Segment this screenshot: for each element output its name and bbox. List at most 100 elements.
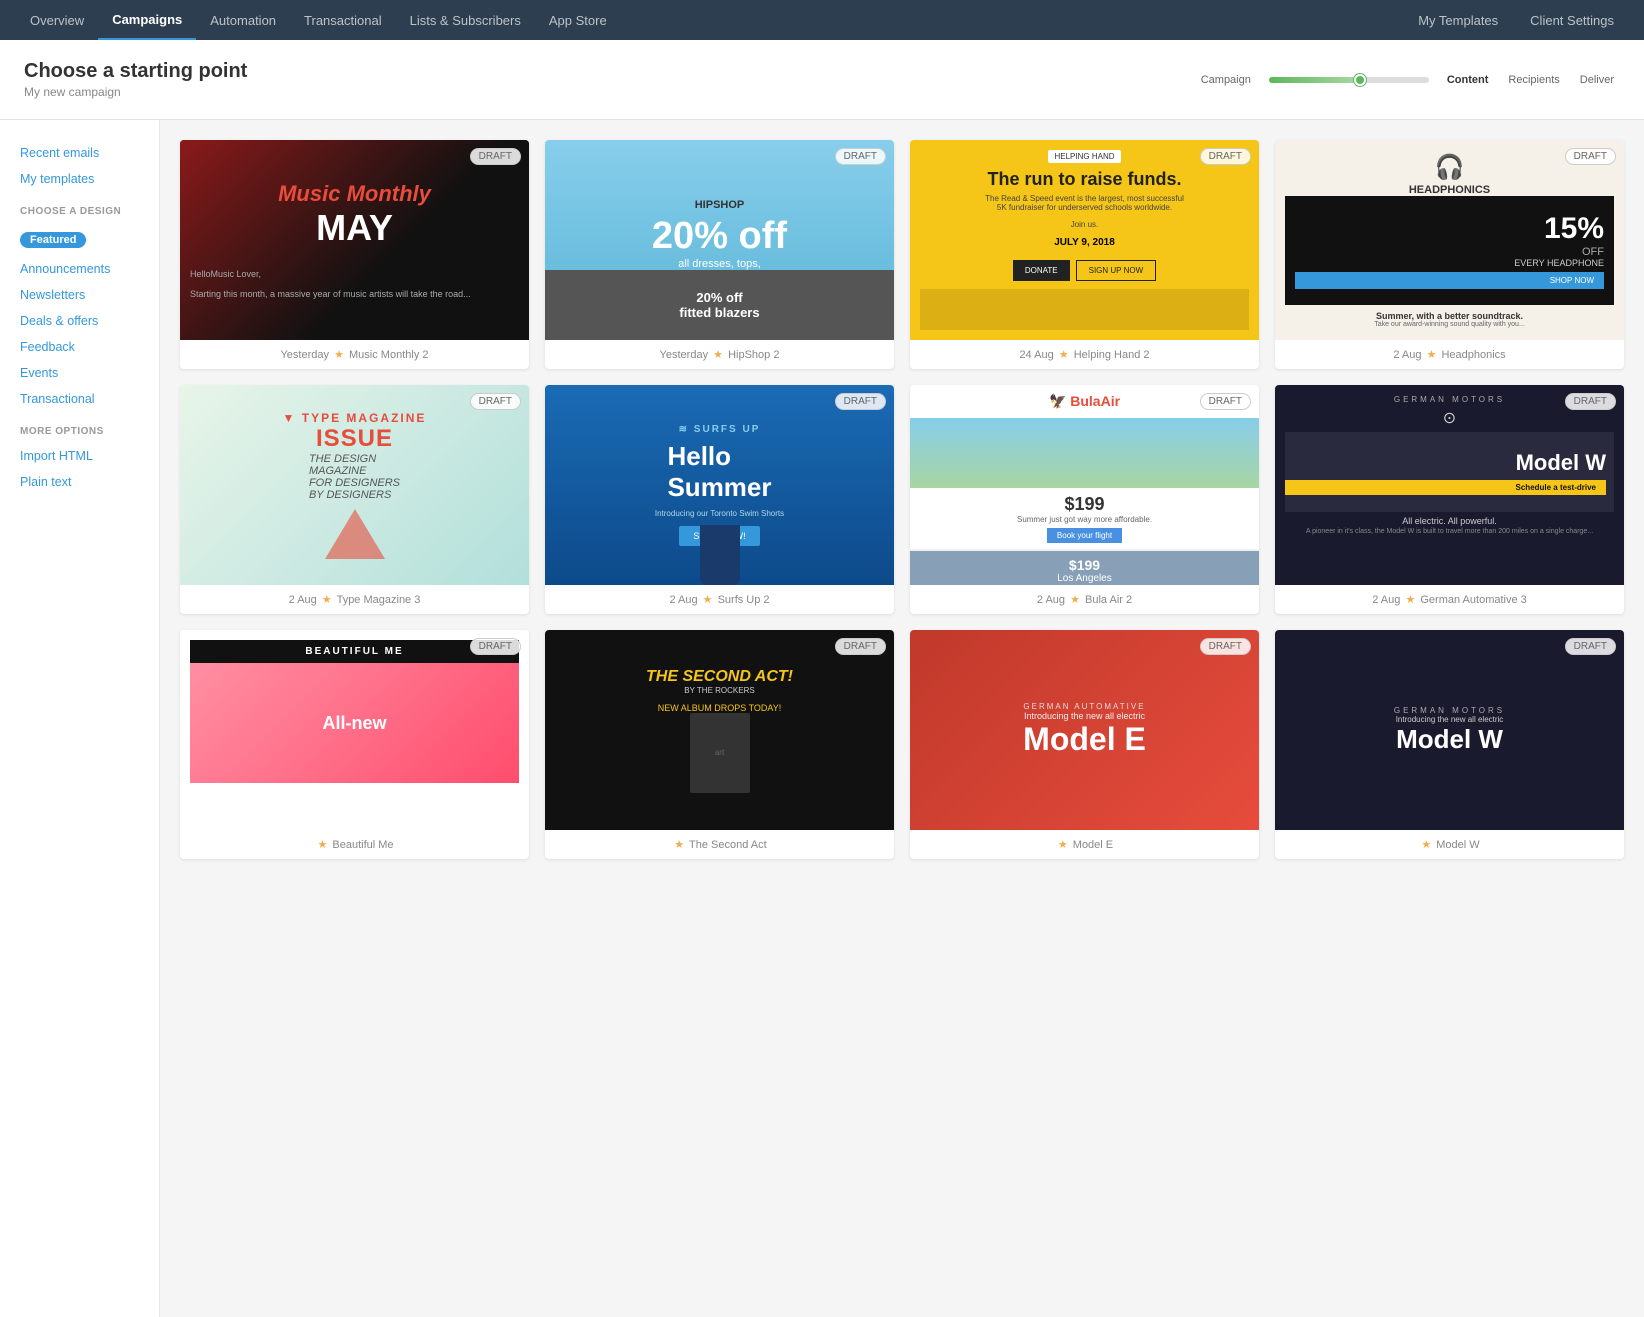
star-icon: ★ [1059,349,1069,361]
template-name: Helping Hand 2 [1074,349,1150,361]
sidebar-item-announcements[interactable]: Announcements [0,256,159,282]
draft-badge: DRAFT [1200,638,1251,655]
draft-badge: DRAFT [470,638,521,655]
template-card-bula-air[interactable]: DRAFT 🦅 BulaAir $199 Summer just got way… [910,385,1259,614]
campaign-name: My new campaign [24,85,247,99]
header-text: Choose a starting point My new campaign [24,60,247,99]
template-name: The Second Act [689,839,767,851]
template-card-type-magazine[interactable]: DRAFT ▼ TYPE MAGAZINE ISSUE THE DESIGNMA… [180,385,529,614]
template-card-beautiful-me[interactable]: DRAFT BEAUTIFUL ME All-new ★ Beautiful M… [180,630,529,859]
template-card-surfs-up[interactable]: DRAFT ≋ SURFS UP HelloSummer Introducing… [545,385,894,614]
sidebar-item-feedback[interactable]: Feedback [0,334,159,360]
progress-dot [1354,74,1366,86]
template-name: Model W [1436,839,1479,851]
shop-now-button[interactable]: SHOP NOW [1295,272,1604,289]
donate-button[interactable]: DONATE [1013,260,1070,281]
nav-overview[interactable]: Overview [16,0,98,40]
album-art: art [690,713,750,793]
progress-step-campaign: Campaign [1201,74,1251,86]
template-grid-row2: DRAFT ▼ TYPE MAGAZINE ISSUE THE DESIGNMA… [180,385,1624,614]
star-icon: ★ [1427,349,1437,361]
template-name: Surfs Up 2 [718,594,770,606]
nav-client-settings[interactable]: Client Settings [1516,0,1628,40]
draft-badge: DRAFT [1565,393,1616,410]
template-name: Type Magazine 3 [337,594,421,606]
template-card-model-w[interactable]: DRAFT GERMAN MOTORS Introducing the new … [1275,630,1624,859]
sidebar-item-events[interactable]: Events [0,360,159,386]
preview-visual: 🎧 HEADPHONICS 15% OFF EVERY HEADPHONE SH… [1275,140,1624,340]
preview-visual: GERMAN MOTORS ⊙ Model W Schedule a test-… [1275,385,1624,585]
draft-badge: DRAFT [1200,148,1251,165]
nav-lists-subscribers[interactable]: Lists & Subscribers [396,0,535,40]
main-layout: Recent emails My templates CHOOSE A DESI… [0,120,1644,1317]
star-icon: ★ [1421,839,1431,851]
progress-track [1269,77,1429,83]
sidebar-item-transactional[interactable]: Transactional [0,386,159,412]
template-name: Bula Air 2 [1085,594,1132,606]
template-preview-surfs: DRAFT ≋ SURFS UP HelloSummer Introducing… [545,385,894,585]
template-preview-german: DRAFT GERMAN MOTORS ⊙ Model W Schedule a… [1275,385,1624,585]
nav-my-templates[interactable]: My Templates [1404,0,1512,40]
template-card-music-monthly[interactable]: DRAFT Music Monthly MAY HelloMusic Lover… [180,140,529,369]
progress-bar-container: Campaign Content Recipients Deliver [1195,74,1620,86]
template-date: Yesterday [660,349,709,361]
nav-automation[interactable]: Automation [196,0,290,40]
star-icon: ★ [1058,839,1068,851]
template-info: 2 Aug ★ Headphonics [1275,340,1624,369]
template-info: Yesterday ★ HipShop 2 [545,340,894,369]
sidebar-item-import-html[interactable]: Import HTML [0,443,159,469]
preview-visual: ≋ SURFS UP HelloSummer Introducing our T… [545,385,894,585]
template-info: 2 Aug ★ Bula Air 2 [910,585,1259,614]
book-flight-button[interactable]: Book your flight [1047,528,1122,543]
nav-transactional[interactable]: Transactional [290,0,396,40]
nav-app-store[interactable]: App Store [535,0,621,40]
nav-campaigns[interactable]: Campaigns [98,0,196,40]
sidebar-item-newsletters[interactable]: Newsletters [0,282,159,308]
sign-up-button[interactable]: SIGN UP NOW [1076,260,1157,281]
draft-badge: DRAFT [1565,148,1616,165]
star-icon: ★ [334,349,344,361]
template-grid-row1: DRAFT Music Monthly MAY HelloMusic Lover… [180,140,1624,369]
template-preview-bula: DRAFT 🦅 BulaAir $199 Summer just got way… [910,385,1259,585]
template-info: 2 Aug ★ Surfs Up 2 [545,585,894,614]
content-area: DRAFT Music Monthly MAY HelloMusic Lover… [160,120,1644,1317]
star-icon: ★ [713,349,723,361]
star-icon: ★ [1070,594,1080,606]
template-card-helping-hand[interactable]: DRAFT HELPING HAND The run to raise fund… [910,140,1259,369]
template-card-headphonics[interactable]: DRAFT 🎧 HEADPHONICS 15% OFF EVERY HEADPH… [1275,140,1624,369]
template-info: ★ Model E [910,830,1259,859]
nav-right: My Templates Client Settings [1404,0,1628,40]
sidebar-item-plain-text[interactable]: Plain text [0,469,159,495]
sidebar-item-my-templates[interactable]: My templates [0,166,159,192]
star-icon: ★ [703,594,713,606]
template-card-model-e[interactable]: DRAFT GERMAN AUTOMATIVE Introducing the … [910,630,1259,859]
template-date: 2 Aug [1037,594,1065,606]
template-card-hipshop[interactable]: DRAFT HIPSHOP 20% off all dresses, tops,… [545,140,894,369]
sidebar-item-recent-emails[interactable]: Recent emails [0,140,159,166]
template-preview-type: DRAFT ▼ TYPE MAGAZINE ISSUE THE DESIGNMA… [180,385,529,585]
progress-step-content: Content [1447,74,1489,86]
preview-visual: HIPSHOP 20% off all dresses, tops,and sk… [545,140,894,340]
template-preview-music: DRAFT Music Monthly MAY HelloMusic Lover… [180,140,529,340]
progress-step-recipients: Recipients [1508,74,1559,86]
template-preview-second: DRAFT THE SECOND ACT! BY THE ROCKERS NEW… [545,630,894,830]
star-icon: ★ [322,594,332,606]
draft-badge: DRAFT [835,638,886,655]
nav-left: Overview Campaigns Automation Transactio… [16,0,1404,40]
template-date: 24 Aug [1019,349,1053,361]
star-icon: ★ [674,839,684,851]
image-placeholder [920,289,1249,330]
schedule-test-drive-button[interactable]: Schedule a test-drive [1285,480,1606,495]
sidebar-item-deals-offers[interactable]: Deals & offers [0,308,159,334]
template-card-second-act[interactable]: DRAFT THE SECOND ACT! BY THE ROCKERS NEW… [545,630,894,859]
template-info: 24 Aug ★ Helping Hand 2 [910,340,1259,369]
featured-badge[interactable]: Featured [20,232,86,248]
template-grid-row3: DRAFT BEAUTIFUL ME All-new ★ Beautiful M… [180,630,1624,859]
template-preview-model-w: DRAFT GERMAN MOTORS Introducing the new … [1275,630,1624,830]
preview-visual: GERMAN AUTOMATIVE Introducing the new al… [910,630,1259,830]
sidebar-featured[interactable]: Featured [0,223,159,256]
template-preview-hipshop: DRAFT HIPSHOP 20% off all dresses, tops,… [545,140,894,340]
template-card-german-automative[interactable]: DRAFT GERMAN MOTORS ⊙ Model W Schedule a… [1275,385,1624,614]
template-name: HipShop 2 [728,349,779,361]
template-name: Headphonics [1441,349,1505,361]
